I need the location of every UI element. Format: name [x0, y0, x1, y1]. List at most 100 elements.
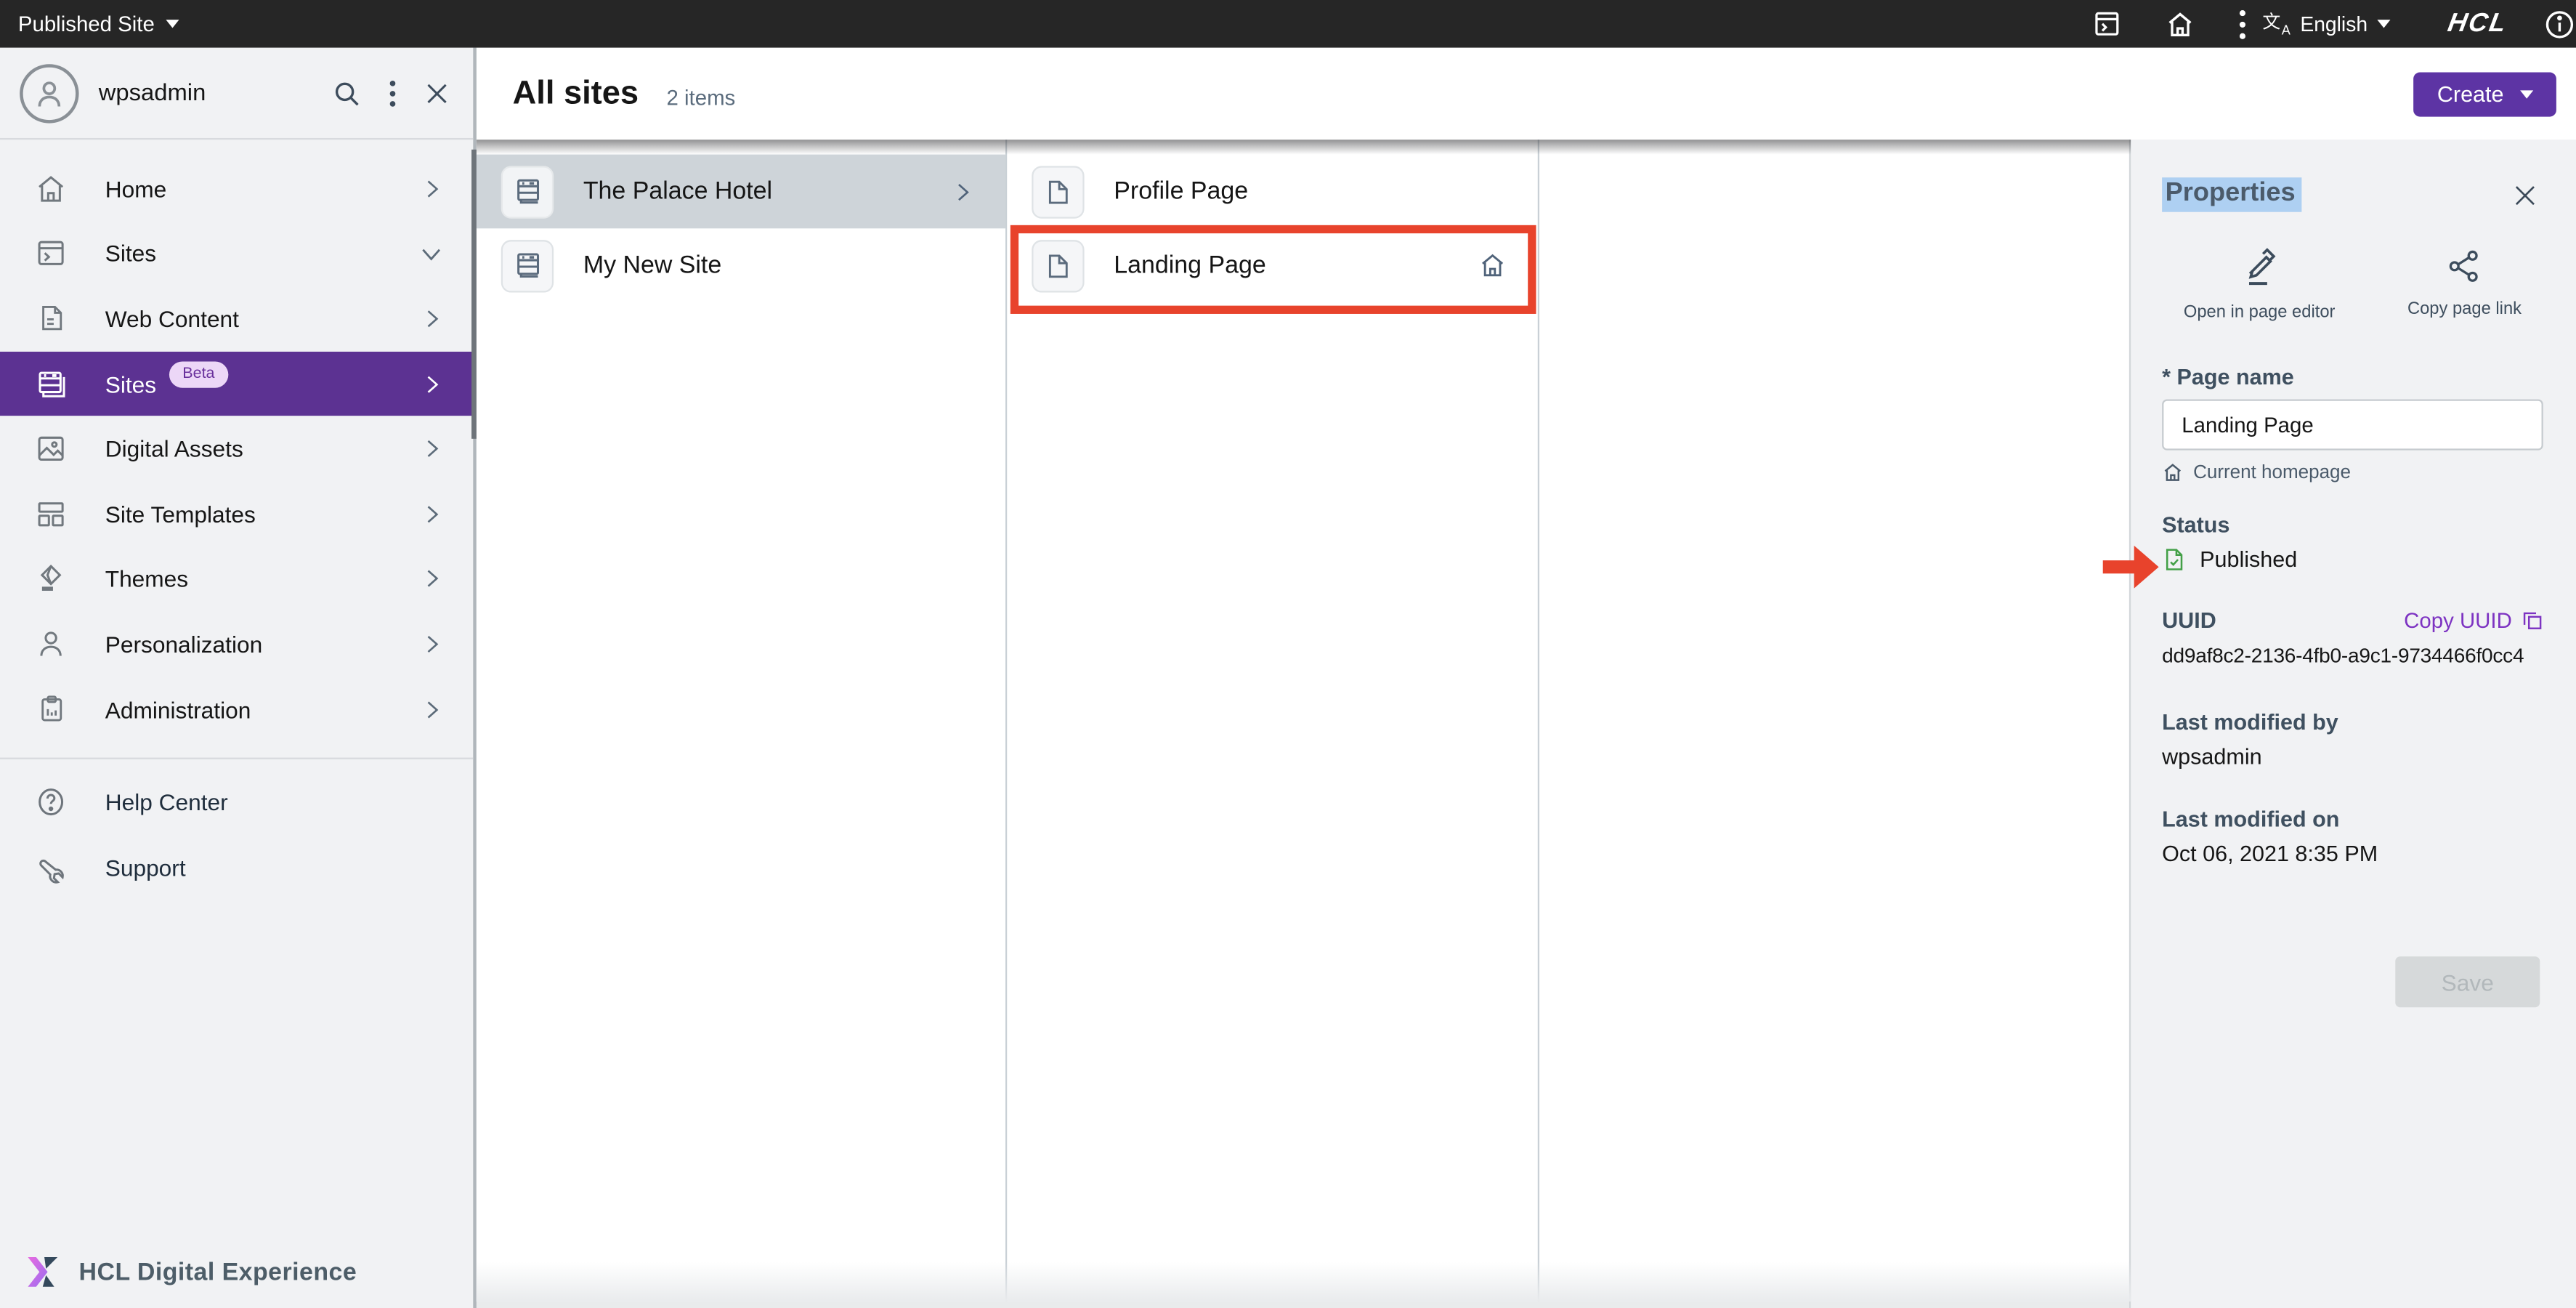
- translate-icon: 文A: [2262, 15, 2290, 33]
- status-value: Published: [2200, 547, 2297, 572]
- info-icon[interactable]: [2543, 7, 2576, 40]
- last-modified-by-value: wpsadmin: [2162, 744, 2543, 769]
- topbar: Published Site 文A English HCL: [0, 0, 2576, 48]
- hcl-brand-logo: HCL: [2445, 9, 2509, 39]
- create-button-label: Create: [2437, 81, 2504, 106]
- sidebar-item-sites[interactable]: Sites: [0, 221, 473, 286]
- sidebar-item-label: Themes: [105, 566, 188, 592]
- app-viewport: Published Site 文A English HCL: [0, 0, 2576, 1308]
- open-in-page-editor-button[interactable]: Open in page editor: [2184, 248, 2336, 322]
- kebab-menu-icon[interactable]: [2240, 9, 2246, 39]
- sidebar-item-web-content[interactable]: Web Content: [0, 286, 473, 352]
- site-row-my-new-site[interactable]: My New Site: [477, 228, 1005, 302]
- current-homepage-label: Current homepage: [2193, 463, 2351, 483]
- stacked-sites-icon: [33, 368, 69, 400]
- language-label: English: [2300, 12, 2368, 36]
- chevron-right-icon: [421, 307, 444, 331]
- search-icon[interactable]: [332, 78, 362, 108]
- chevron-down-icon: [166, 20, 179, 28]
- copy-icon: [2522, 610, 2543, 631]
- chevron-right-icon: [421, 502, 444, 525]
- share-icon: [2447, 248, 2483, 284]
- site-icon: [501, 239, 554, 291]
- practitioner-studio-icon[interactable]: [2093, 10, 2121, 38]
- chevron-right-icon: [421, 177, 444, 201]
- product-logo-text: HCL Digital Experience: [79, 1258, 357, 1285]
- copy-uuid-link[interactable]: Copy UUID: [2404, 608, 2543, 633]
- sidebar-item-support[interactable]: Support: [0, 835, 473, 900]
- sidebar-scrollbar[interactable]: [471, 150, 477, 439]
- close-icon[interactable]: [2512, 182, 2538, 208]
- last-modified-on-label: Last modified on: [2162, 807, 2543, 831]
- properties-title: Properties: [2162, 177, 2302, 211]
- chevron-right-icon: [421, 437, 444, 461]
- product-logo: HCL Digital Experience: [26, 1256, 357, 1288]
- main-header: All sites 2 items Create: [477, 48, 2576, 140]
- last-modified-on-value: Oct 06, 2021 8:35 PM: [2162, 841, 2543, 866]
- divider: [0, 758, 473, 759]
- sidebar-item-label: Personalization: [105, 631, 263, 657]
- sidebar-item-personalization[interactable]: Personalization: [0, 612, 473, 677]
- sidebar-nav: Home Sites: [0, 140, 473, 900]
- avatar[interactable]: [20, 63, 78, 122]
- chevron-down-icon: [419, 241, 444, 266]
- pencil-icon: [2240, 248, 2279, 287]
- home-icon: [33, 172, 69, 205]
- sidebar-item-label: Site Templates: [105, 501, 256, 527]
- chevron-down-icon: [2520, 89, 2533, 97]
- language-selector[interactable]: 文A English: [2262, 12, 2390, 36]
- chevron-right-icon: [421, 568, 444, 591]
- create-button[interactable]: Create: [2414, 71, 2556, 116]
- site-selector-dropdown[interactable]: Published Site: [0, 12, 179, 36]
- site-icon: [501, 165, 554, 217]
- save-button[interactable]: Save: [2395, 956, 2540, 1007]
- beta-badge: Beta: [169, 361, 227, 387]
- chevron-down-icon: [2378, 20, 2391, 28]
- page-row-landing-page[interactable]: Landing Page: [1007, 228, 1537, 302]
- clipboard-icon: [33, 693, 69, 724]
- empty-column: [1539, 140, 2129, 1301]
- site-name: My New Site: [583, 251, 983, 279]
- sidebar-item-label: Help Center: [105, 789, 228, 815]
- username-label: wpsadmin: [99, 80, 332, 106]
- document-icon: [33, 303, 69, 334]
- page-name-input[interactable]: [2162, 400, 2543, 451]
- properties-panel: Properties Open in page editor: [2129, 140, 2576, 1308]
- sidebar-item-digital-assets[interactable]: Digital Assets: [0, 416, 473, 482]
- sidebar-item-label: Sites: [105, 241, 156, 267]
- home-icon[interactable]: [2166, 9, 2195, 39]
- copy-page-link-button[interactable]: Copy page link: [2407, 248, 2522, 322]
- homepage-icon: [1478, 251, 1506, 279]
- site-selector-label: Published Site: [18, 12, 155, 36]
- sidebar-item-themes[interactable]: Themes: [0, 546, 473, 612]
- sidebar-item-administration[interactable]: Administration: [0, 677, 473, 742]
- last-modified-by-label: Last modified by: [2162, 710, 2543, 735]
- site-row-palace-hotel[interactable]: The Palace Hotel: [477, 155, 1005, 229]
- sidebar-item-label: Home: [105, 176, 166, 202]
- page-name: Landing Page: [1114, 251, 1478, 279]
- topbar-actions: 文A English HCL: [2093, 0, 2576, 48]
- published-icon: [2162, 547, 2187, 572]
- page-row-profile-page[interactable]: Profile Page: [1007, 155, 1537, 229]
- page-name-label: * Page name: [2162, 365, 2543, 389]
- chevron-right-icon: [951, 180, 974, 203]
- sidebar-item-site-templates[interactable]: Site Templates: [0, 482, 473, 547]
- layout-icon: [33, 498, 69, 530]
- sidebar-item-sites-beta[interactable]: Sites Beta: [0, 351, 473, 416]
- kebab-menu-icon[interactable]: [389, 80, 396, 106]
- uuid-label: UUID: [2162, 608, 2216, 633]
- theme-icon: [33, 562, 69, 595]
- current-homepage-line: Current homepage: [2162, 461, 2543, 483]
- home-icon: [2162, 461, 2183, 483]
- sidebar-item-label: Web Content: [105, 306, 239, 332]
- sidebar-item-label: Sites: [105, 371, 156, 397]
- sidebar-item-help-center[interactable]: Help Center: [0, 770, 473, 835]
- close-sidebar-icon[interactable]: [424, 80, 450, 106]
- chevron-right-icon: [421, 633, 444, 656]
- main-area: All sites 2 items Create The Palace Hote…: [477, 48, 2576, 1308]
- sidebar-item-home[interactable]: Home: [0, 156, 473, 222]
- page-title: All sites: [513, 75, 639, 113]
- action-label: Copy page link: [2407, 299, 2522, 319]
- sidebar-item-label: Support: [105, 854, 186, 880]
- uuid-value: dd9af8c2-2136-4fb0-a9c1-9734466f0cc4: [2162, 645, 2543, 668]
